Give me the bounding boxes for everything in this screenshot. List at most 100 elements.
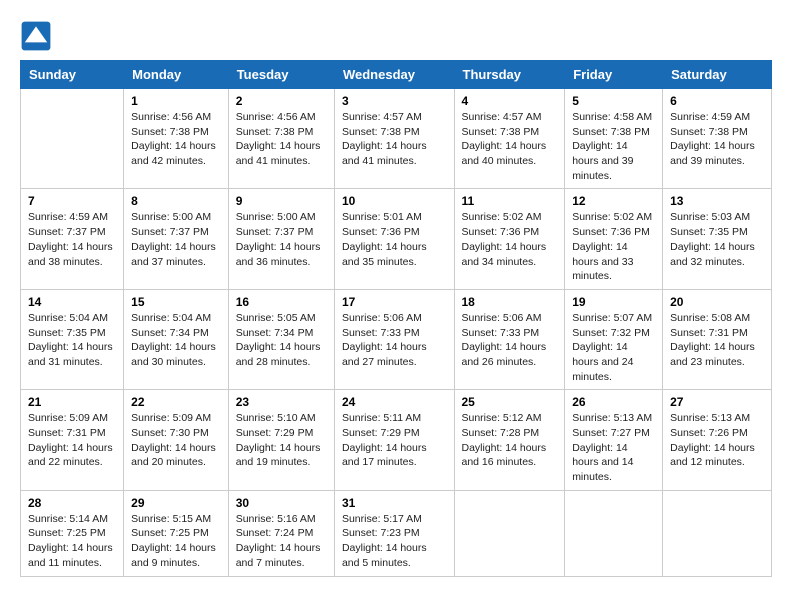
day-info: Sunrise: 5:17 AM Sunset: 7:23 PM Dayligh… bbox=[342, 512, 447, 571]
sunset-text: Sunset: 7:31 PM bbox=[28, 426, 116, 441]
daylight-text: Daylight: 14 hours and 26 minutes. bbox=[462, 340, 558, 369]
calendar-week-4: 21 Sunrise: 5:09 AM Sunset: 7:31 PM Dayl… bbox=[21, 390, 772, 490]
daylight-text: Daylight: 14 hours and 14 minutes. bbox=[572, 441, 655, 485]
calendar-cell: 15 Sunrise: 5:04 AM Sunset: 7:34 PM Dayl… bbox=[124, 289, 229, 389]
calendar-cell: 6 Sunrise: 4:59 AM Sunset: 7:38 PM Dayli… bbox=[663, 89, 772, 189]
calendar-cell: 24 Sunrise: 5:11 AM Sunset: 7:29 PM Dayl… bbox=[334, 390, 454, 490]
calendar-cell bbox=[565, 490, 663, 576]
day-info: Sunrise: 5:10 AM Sunset: 7:29 PM Dayligh… bbox=[236, 411, 327, 470]
sunrise-text: Sunrise: 5:06 AM bbox=[342, 311, 447, 326]
calendar-header-friday: Friday bbox=[565, 61, 663, 89]
sunrise-text: Sunrise: 5:00 AM bbox=[131, 210, 221, 225]
sunset-text: Sunset: 7:37 PM bbox=[131, 225, 221, 240]
sunset-text: Sunset: 7:23 PM bbox=[342, 526, 447, 541]
day-info: Sunrise: 5:01 AM Sunset: 7:36 PM Dayligh… bbox=[342, 210, 447, 269]
day-number: 28 bbox=[28, 496, 116, 510]
calendar-cell: 28 Sunrise: 5:14 AM Sunset: 7:25 PM Dayl… bbox=[21, 490, 124, 576]
sunset-text: Sunset: 7:25 PM bbox=[131, 526, 221, 541]
day-number: 25 bbox=[462, 395, 558, 409]
daylight-text: Daylight: 14 hours and 41 minutes. bbox=[342, 139, 447, 168]
day-number: 13 bbox=[670, 194, 764, 208]
sunset-text: Sunset: 7:33 PM bbox=[462, 326, 558, 341]
day-number: 9 bbox=[236, 194, 327, 208]
sunrise-text: Sunrise: 5:02 AM bbox=[462, 210, 558, 225]
sunrise-text: Sunrise: 4:59 AM bbox=[670, 110, 764, 125]
day-number: 17 bbox=[342, 295, 447, 309]
daylight-text: Daylight: 14 hours and 20 minutes. bbox=[131, 441, 221, 470]
sunrise-text: Sunrise: 5:13 AM bbox=[670, 411, 764, 426]
calendar-cell: 3 Sunrise: 4:57 AM Sunset: 7:38 PM Dayli… bbox=[334, 89, 454, 189]
day-number: 12 bbox=[572, 194, 655, 208]
daylight-text: Daylight: 14 hours and 32 minutes. bbox=[670, 240, 764, 269]
day-info: Sunrise: 4:59 AM Sunset: 7:37 PM Dayligh… bbox=[28, 210, 116, 269]
calendar-week-3: 14 Sunrise: 5:04 AM Sunset: 7:35 PM Dayl… bbox=[21, 289, 772, 389]
calendar-cell: 30 Sunrise: 5:16 AM Sunset: 7:24 PM Dayl… bbox=[228, 490, 334, 576]
sunset-text: Sunset: 7:38 PM bbox=[572, 125, 655, 140]
calendar-cell: 5 Sunrise: 4:58 AM Sunset: 7:38 PM Dayli… bbox=[565, 89, 663, 189]
daylight-text: Daylight: 14 hours and 39 minutes. bbox=[572, 139, 655, 183]
daylight-text: Daylight: 14 hours and 7 minutes. bbox=[236, 541, 327, 570]
calendar-cell: 18 Sunrise: 5:06 AM Sunset: 7:33 PM Dayl… bbox=[454, 289, 565, 389]
sunset-text: Sunset: 7:32 PM bbox=[572, 326, 655, 341]
sunset-text: Sunset: 7:29 PM bbox=[236, 426, 327, 441]
day-number: 3 bbox=[342, 94, 447, 108]
day-number: 10 bbox=[342, 194, 447, 208]
daylight-text: Daylight: 14 hours and 5 minutes. bbox=[342, 541, 447, 570]
day-number: 20 bbox=[670, 295, 764, 309]
day-info: Sunrise: 5:07 AM Sunset: 7:32 PM Dayligh… bbox=[572, 311, 655, 384]
sunrise-text: Sunrise: 4:59 AM bbox=[28, 210, 116, 225]
calendar-cell: 25 Sunrise: 5:12 AM Sunset: 7:28 PM Dayl… bbox=[454, 390, 565, 490]
day-number: 27 bbox=[670, 395, 764, 409]
day-number: 31 bbox=[342, 496, 447, 510]
day-info: Sunrise: 5:11 AM Sunset: 7:29 PM Dayligh… bbox=[342, 411, 447, 470]
sunrise-text: Sunrise: 4:58 AM bbox=[572, 110, 655, 125]
daylight-text: Daylight: 14 hours and 16 minutes. bbox=[462, 441, 558, 470]
day-number: 26 bbox=[572, 395, 655, 409]
sunrise-text: Sunrise: 4:56 AM bbox=[236, 110, 327, 125]
calendar-cell: 31 Sunrise: 5:17 AM Sunset: 7:23 PM Dayl… bbox=[334, 490, 454, 576]
day-number: 22 bbox=[131, 395, 221, 409]
calendar-cell: 8 Sunrise: 5:00 AM Sunset: 7:37 PM Dayli… bbox=[124, 189, 229, 289]
calendar-header-row: SundayMondayTuesdayWednesdayThursdayFrid… bbox=[21, 61, 772, 89]
sunrise-text: Sunrise: 4:57 AM bbox=[342, 110, 447, 125]
sunset-text: Sunset: 7:36 PM bbox=[342, 225, 447, 240]
day-info: Sunrise: 5:02 AM Sunset: 7:36 PM Dayligh… bbox=[572, 210, 655, 283]
day-info: Sunrise: 5:04 AM Sunset: 7:35 PM Dayligh… bbox=[28, 311, 116, 370]
calendar-cell: 19 Sunrise: 5:07 AM Sunset: 7:32 PM Dayl… bbox=[565, 289, 663, 389]
day-number: 5 bbox=[572, 94, 655, 108]
calendar-header-sunday: Sunday bbox=[21, 61, 124, 89]
sunrise-text: Sunrise: 5:10 AM bbox=[236, 411, 327, 426]
sunrise-text: Sunrise: 5:12 AM bbox=[462, 411, 558, 426]
sunset-text: Sunset: 7:34 PM bbox=[236, 326, 327, 341]
daylight-text: Daylight: 14 hours and 38 minutes. bbox=[28, 240, 116, 269]
day-number: 8 bbox=[131, 194, 221, 208]
daylight-text: Daylight: 14 hours and 9 minutes. bbox=[131, 541, 221, 570]
sunrise-text: Sunrise: 5:00 AM bbox=[236, 210, 327, 225]
daylight-text: Daylight: 14 hours and 12 minutes. bbox=[670, 441, 764, 470]
sunset-text: Sunset: 7:31 PM bbox=[670, 326, 764, 341]
logo-icon bbox=[20, 20, 52, 52]
sunrise-text: Sunrise: 4:57 AM bbox=[462, 110, 558, 125]
calendar-header-thursday: Thursday bbox=[454, 61, 565, 89]
day-number: 29 bbox=[131, 496, 221, 510]
calendar-header-wednesday: Wednesday bbox=[334, 61, 454, 89]
calendar-cell: 13 Sunrise: 5:03 AM Sunset: 7:35 PM Dayl… bbox=[663, 189, 772, 289]
day-info: Sunrise: 5:09 AM Sunset: 7:31 PM Dayligh… bbox=[28, 411, 116, 470]
daylight-text: Daylight: 14 hours and 24 minutes. bbox=[572, 340, 655, 384]
sunrise-text: Sunrise: 5:01 AM bbox=[342, 210, 447, 225]
daylight-text: Daylight: 14 hours and 41 minutes. bbox=[236, 139, 327, 168]
day-number: 6 bbox=[670, 94, 764, 108]
sunset-text: Sunset: 7:37 PM bbox=[236, 225, 327, 240]
calendar-cell: 10 Sunrise: 5:01 AM Sunset: 7:36 PM Dayl… bbox=[334, 189, 454, 289]
daylight-text: Daylight: 14 hours and 17 minutes. bbox=[342, 441, 447, 470]
day-number: 15 bbox=[131, 295, 221, 309]
calendar-cell: 29 Sunrise: 5:15 AM Sunset: 7:25 PM Dayl… bbox=[124, 490, 229, 576]
day-info: Sunrise: 5:12 AM Sunset: 7:28 PM Dayligh… bbox=[462, 411, 558, 470]
day-info: Sunrise: 5:03 AM Sunset: 7:35 PM Dayligh… bbox=[670, 210, 764, 269]
daylight-text: Daylight: 14 hours and 40 minutes. bbox=[462, 139, 558, 168]
daylight-text: Daylight: 14 hours and 30 minutes. bbox=[131, 340, 221, 369]
daylight-text: Daylight: 14 hours and 27 minutes. bbox=[342, 340, 447, 369]
calendar-cell: 23 Sunrise: 5:10 AM Sunset: 7:29 PM Dayl… bbox=[228, 390, 334, 490]
sunset-text: Sunset: 7:24 PM bbox=[236, 526, 327, 541]
sunset-text: Sunset: 7:35 PM bbox=[670, 225, 764, 240]
